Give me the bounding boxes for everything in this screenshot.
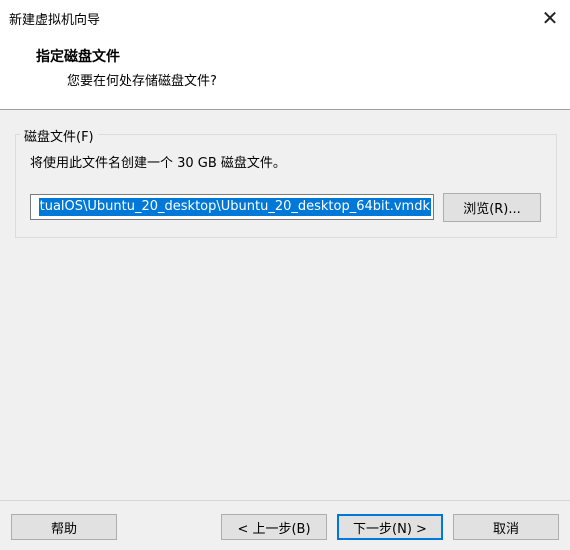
disk-file-description: 将使用此文件名创建一个 30 GB 磁盘文件。 xyxy=(30,156,286,171)
back-button[interactable]: < 上一步(B) xyxy=(221,514,327,540)
disk-file-path-input[interactable]: tualOS\Ubuntu_20_desktop\Ubuntu_20_deskt… xyxy=(30,194,434,220)
browse-button[interactable]: 浏览(R)... xyxy=(443,193,541,222)
cancel-button[interactable]: 取消 xyxy=(453,514,559,540)
help-button[interactable]: 帮助 xyxy=(11,514,117,540)
disk-file-group-label: 磁盘文件(F) xyxy=(20,126,98,145)
close-icon: ✕ xyxy=(541,6,559,30)
disk-file-groupbox xyxy=(15,134,557,238)
next-button[interactable]: 下一步(N) > xyxy=(337,514,443,540)
footer-divider xyxy=(0,500,570,501)
close-button[interactable]: ✕ xyxy=(530,0,570,36)
new-vm-wizard-window: 新建虚拟机向导 ✕ 指定磁盘文件 您要在何处存储磁盘文件? 磁盘文件(F) 将使… xyxy=(0,0,570,550)
page-heading: 指定磁盘文件 xyxy=(36,49,120,65)
disk-file-path-value: tualOS\Ubuntu_20_desktop\Ubuntu_20_deskt… xyxy=(38,198,431,216)
page-subheading: 您要在何处存储磁盘文件? xyxy=(67,74,217,89)
window-title: 新建虚拟机向导 xyxy=(9,13,101,28)
wizard-header: 新建虚拟机向导 ✕ 指定磁盘文件 您要在何处存储磁盘文件? xyxy=(0,0,570,110)
